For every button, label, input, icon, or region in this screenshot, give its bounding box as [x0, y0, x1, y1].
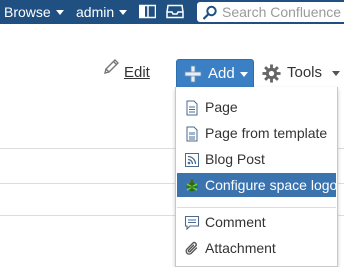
- add-menu-dropdown: Page Page from template Blog Post Config…: [175, 87, 338, 267]
- browse-label: Browse: [4, 4, 51, 20]
- menu-item-label: Blog Post: [205, 151, 265, 167]
- menu-item-label: Comment: [205, 214, 266, 230]
- search-box[interactable]: [197, 2, 344, 22]
- top-nav-bar: Browse admin: [0, 0, 344, 24]
- template-icon: [184, 125, 200, 142]
- divider: [0, 215, 178, 216]
- pencil-icon: [102, 58, 120, 85]
- menu-item-page[interactable]: Page: [177, 95, 336, 119]
- chevron-down-icon: [240, 72, 248, 77]
- edit-label: Edit: [124, 64, 150, 82]
- admin-label: admin: [76, 4, 115, 20]
- tools-button[interactable]: Tools: [262, 60, 340, 86]
- add-label: Add: [208, 65, 235, 82]
- menu-item-attachment[interactable]: Attachment: [177, 236, 336, 260]
- divider: [0, 148, 178, 149]
- blog-icon: [184, 151, 200, 167]
- menu-item-configure-space-logo[interactable]: Configure space logo: [177, 173, 338, 197]
- menu-item-label: Attachment: [205, 240, 276, 256]
- tools-label: Tools: [287, 64, 323, 81]
- page-icon: [184, 99, 200, 116]
- chevron-down-icon: [332, 71, 340, 76]
- comment-icon: [184, 214, 200, 231]
- menu-item-blog-post[interactable]: Blog Post: [177, 147, 336, 171]
- menu-item-page-from-template[interactable]: Page from template: [177, 121, 336, 145]
- menu-separator: [177, 207, 336, 208]
- inbox-icon[interactable]: [166, 4, 184, 22]
- menu-item-label: Page from template: [205, 125, 328, 141]
- menu-item-label: Configure space logo: [205, 177, 338, 193]
- browse-menu[interactable]: Browse: [4, 0, 64, 24]
- search-icon: [202, 5, 219, 23]
- search-input[interactable]: [222, 3, 342, 21]
- menu-item-comment[interactable]: Comment: [177, 210, 336, 234]
- sidebar-toggle-icon[interactable]: [138, 4, 157, 22]
- chevron-down-icon: [55, 9, 64, 15]
- edit-button[interactable]: Edit: [102, 58, 150, 86]
- menu-item-label: Page: [205, 99, 238, 115]
- paperclip-icon: [184, 240, 200, 256]
- space-logo-icon: [184, 177, 200, 193]
- divider: [0, 183, 178, 184]
- add-button[interactable]: Add: [176, 59, 254, 88]
- chevron-down-icon: [119, 9, 128, 15]
- admin-menu[interactable]: admin: [76, 0, 128, 24]
